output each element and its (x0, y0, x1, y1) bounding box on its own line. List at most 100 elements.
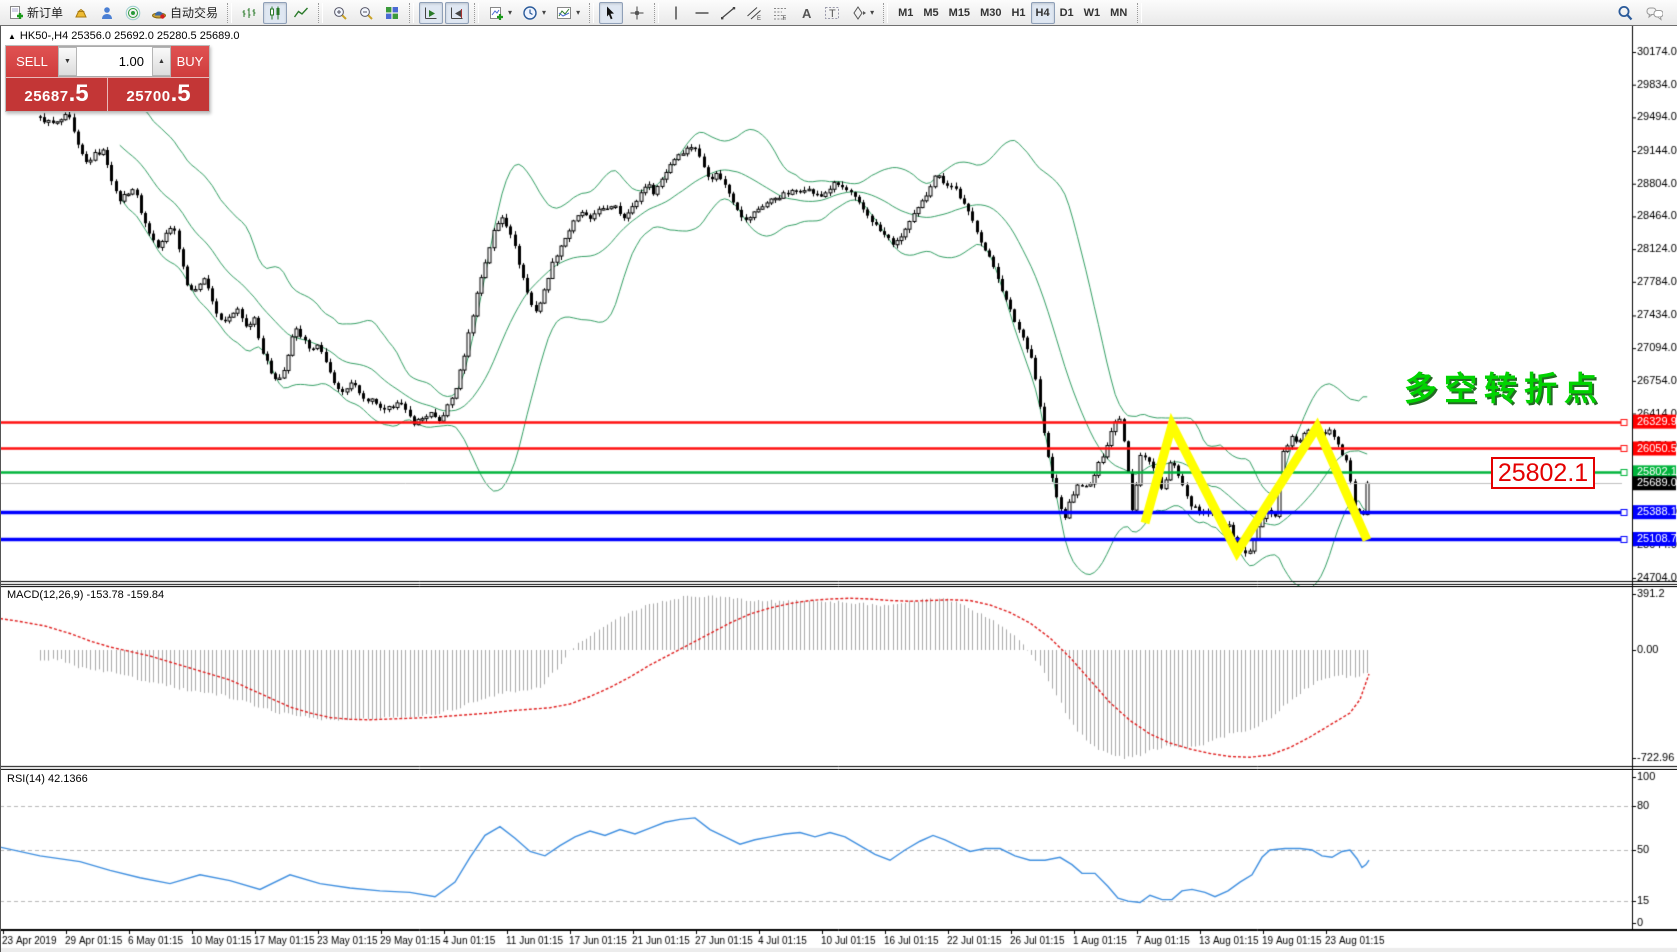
chart-shift-icon (449, 5, 465, 21)
symbol-info-line: ▲HK50-,H4 25356.0 25692.0 25280.5 25689.… (8, 30, 240, 42)
text-button[interactable]: A (794, 2, 818, 24)
chart-shift-button[interactable] (445, 2, 469, 24)
timeframe-mn-button[interactable]: MN (1105, 2, 1132, 24)
timeframe-h1-button[interactable]: H1 (1006, 2, 1030, 24)
horizontal-line-icon (694, 5, 710, 21)
timeframe-group: M1M5M15M30H1H4D1W1MN (893, 2, 1132, 24)
autotrade-icon (151, 5, 167, 21)
svg-text:F: F (783, 16, 787, 21)
zoom-out-button[interactable] (354, 2, 378, 24)
text-icon: A (798, 5, 814, 21)
horizontal-line-button[interactable] (690, 2, 714, 24)
community-button[interactable] (95, 2, 119, 24)
bar-chart-icon (241, 5, 257, 21)
zoom-in-button[interactable] (328, 2, 352, 24)
buy-price[interactable]: 25700.5 (107, 78, 209, 111)
signals-icon (125, 5, 141, 21)
bar-chart-button[interactable] (237, 2, 261, 24)
gold-icon (73, 5, 89, 21)
sell-price-main: 25687 (24, 88, 68, 105)
toolbar-separator (474, 3, 479, 23)
crosshair-icon (629, 5, 645, 21)
rsi-label: RSI(14) 42.1366 (7, 773, 88, 785)
price-callout-label[interactable]: 25802.1 (1491, 457, 1595, 489)
cursor-icon (603, 5, 619, 21)
new-chart-button[interactable]: ▾ (484, 2, 516, 24)
fibonacci-icon: F (772, 5, 788, 21)
date-axis[interactable] (0, 930, 1677, 952)
timeframe-m5-button[interactable]: M5 (918, 2, 943, 24)
volume-box: ▼ 1.00 ▲ (58, 46, 171, 77)
sell-price-frac: .5 (69, 82, 89, 106)
zoom-out-icon (358, 5, 374, 21)
volume-increase-button[interactable]: ▲ (152, 47, 171, 76)
candlestick-button[interactable] (263, 2, 287, 24)
volume-input[interactable]: 1.00 (77, 47, 152, 76)
toolbar-separator (318, 3, 323, 23)
line-chart-icon (293, 5, 309, 21)
auto-scroll-button[interactable] (419, 2, 443, 24)
crosshair-button[interactable] (625, 2, 649, 24)
period-button[interactable]: ▾ (518, 2, 550, 24)
cursor-button[interactable] (599, 2, 623, 24)
line-chart-button[interactable] (289, 2, 313, 24)
community-icon (99, 5, 115, 21)
new-order-icon (8, 5, 24, 21)
price-chart-pane[interactable] (0, 26, 1677, 586)
chevron-down-icon: ▾ (542, 8, 546, 17)
chat-button[interactable] (1641, 2, 1667, 24)
timeframe-m30-button[interactable]: M30 (975, 2, 1006, 24)
toolbar-separator (409, 3, 414, 23)
trendline-button[interactable] (716, 2, 740, 24)
gold-button[interactable] (69, 2, 93, 24)
buy-button[interactable]: BUY (171, 46, 209, 77)
period-clock-icon (522, 5, 538, 21)
toolbar-separator (227, 3, 232, 23)
volume-decrease-button[interactable]: ▼ (58, 47, 77, 76)
sell-price[interactable]: 25687.5 (6, 78, 107, 111)
rsi-indicator-pane[interactable] (0, 770, 1677, 930)
indicators-icon (556, 5, 572, 21)
buy-price-frac: .5 (171, 82, 191, 106)
autotrade-label: 自动交易 (170, 4, 218, 21)
chat-icon (1645, 5, 1663, 21)
vertical-line-icon (668, 5, 684, 21)
toolbar-separator (589, 3, 594, 23)
sell-button[interactable]: SELL (6, 46, 58, 77)
main-toolbar: 新订单 自动交易 ▾ ▾ ▾ E F A T ▾ (0, 0, 1677, 26)
timeframe-w1-button[interactable]: W1 (1079, 2, 1106, 24)
new-order-button[interactable]: 新订单 (4, 2, 67, 24)
buy-price-main: 25700 (126, 88, 170, 105)
search-button[interactable] (1613, 2, 1637, 24)
fibonacci-button[interactable]: F (768, 2, 792, 24)
zoom-in-icon (332, 5, 348, 21)
autotrade-button[interactable]: 自动交易 (147, 2, 222, 24)
macd-indicator-pane[interactable] (0, 586, 1677, 770)
trendline-icon (720, 5, 736, 21)
svg-text:E: E (757, 16, 761, 21)
timeframe-d1-button[interactable]: D1 (1055, 2, 1079, 24)
channel-button[interactable]: E (742, 2, 766, 24)
toolbar-separator (654, 3, 659, 23)
label-icon: T (824, 5, 840, 21)
svg-text:A: A (802, 6, 812, 21)
toolbar-separator (883, 3, 888, 23)
shapes-icon (850, 5, 866, 21)
label-button[interactable]: T (820, 2, 844, 24)
auto-scroll-icon (423, 5, 439, 21)
signals-button[interactable] (121, 2, 145, 24)
bull-bear-turning-point-annotation: 多空转折点 (1404, 362, 1604, 410)
chevron-down-icon: ▾ (870, 8, 874, 17)
channel-icon: E (746, 5, 762, 21)
shapes-button[interactable]: ▾ (846, 2, 878, 24)
toolbar-separator (1137, 3, 1142, 23)
vertical-line-button[interactable] (664, 2, 688, 24)
timeframe-m1-button[interactable]: M1 (893, 2, 918, 24)
indicators-button[interactable]: ▾ (552, 2, 584, 24)
svg-text:T: T (829, 8, 836, 20)
timeframe-m15-button[interactable]: M15 (944, 2, 975, 24)
tile-windows-button[interactable] (380, 2, 404, 24)
macd-label: MACD(12,26,9) -153.78 -159.84 (7, 589, 164, 601)
timeframe-h4-button[interactable]: H4 (1031, 2, 1055, 24)
search-icon (1617, 5, 1633, 21)
